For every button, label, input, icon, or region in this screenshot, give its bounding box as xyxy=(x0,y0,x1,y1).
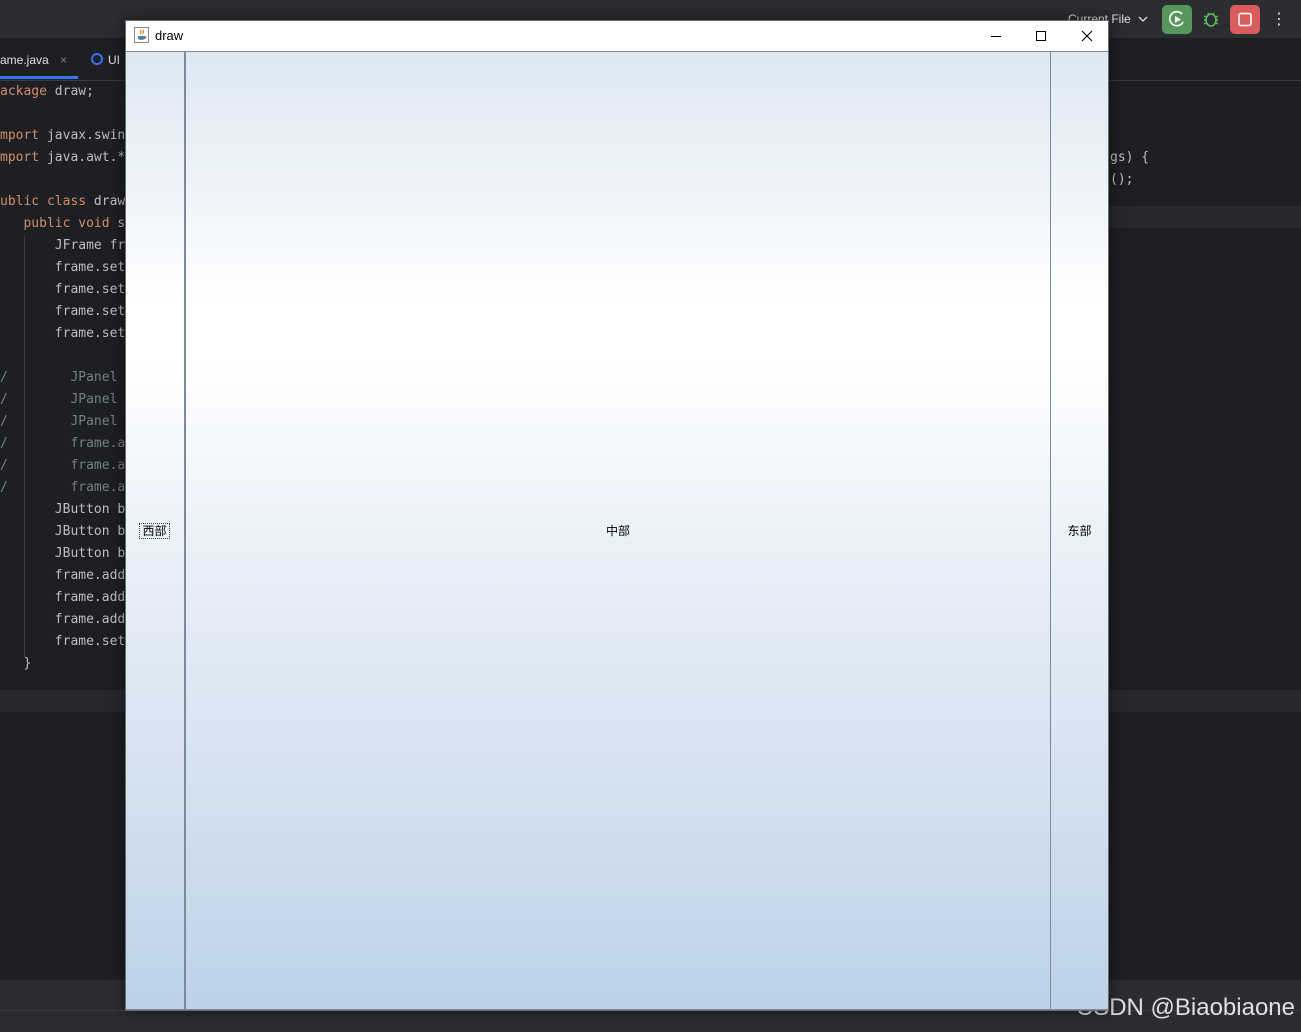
stop-icon xyxy=(1238,12,1252,27)
rerun-button[interactable] xyxy=(1162,5,1192,34)
code-line: JButton b xyxy=(54,524,126,539)
code-line: frame.set xyxy=(54,260,126,275)
line-highlight xyxy=(1109,206,1301,228)
code-line: mport javax.swin xyxy=(0,128,126,143)
code-line: frame.set xyxy=(54,282,126,297)
east-button[interactable]: 东部 xyxy=(1050,51,1108,1010)
code-line: public void s xyxy=(23,216,126,231)
code-line: / frame.a xyxy=(0,458,126,473)
code-line: } xyxy=(23,656,32,671)
close-icon xyxy=(1081,30,1093,42)
close-icon[interactable]: × xyxy=(60,53,67,67)
content-pane: 西部 中部 东部 xyxy=(126,51,1108,1010)
tab-frame-java[interactable]: ame.java × xyxy=(0,38,67,80)
code-line: frame.add xyxy=(54,568,126,583)
code-line: frame.set xyxy=(54,304,126,319)
class-icon xyxy=(91,53,103,65)
maximize-icon xyxy=(1036,31,1046,41)
active-tab-indicator xyxy=(0,76,78,79)
code-line: JFrame fr xyxy=(54,238,126,253)
window-title: draw xyxy=(155,28,184,43)
code-line: mport java.awt.* xyxy=(0,150,126,165)
code-line: / frame.a xyxy=(0,436,126,451)
stop-button[interactable] xyxy=(1230,5,1260,34)
minimize-icon xyxy=(991,36,1001,37)
west-button-label: 西部 xyxy=(139,522,170,539)
tab-label: ame.java xyxy=(0,53,49,67)
rerun-icon xyxy=(1169,10,1184,27)
tab-label: UI xyxy=(108,53,120,67)
center-button[interactable]: 中部 xyxy=(185,51,1051,1010)
more-options-icon[interactable]: ⋮ xyxy=(1270,6,1288,32)
code-line: / frame.a xyxy=(0,480,126,495)
tab-ui[interactable]: UI xyxy=(91,38,120,80)
code-line: frame.add xyxy=(54,612,126,627)
center-button-label: 中部 xyxy=(605,523,630,538)
code-line: JButton b xyxy=(54,546,126,561)
code-line: ublic class draw xyxy=(0,194,126,209)
code-line: / JPanel xyxy=(0,392,118,407)
minimize-button[interactable] xyxy=(973,21,1019,51)
window-titlebar[interactable]: draw xyxy=(126,21,1108,51)
code-line: frame.set xyxy=(54,326,126,341)
chevron-down-icon xyxy=(1138,12,1148,26)
maximize-button[interactable] xyxy=(1018,21,1064,51)
code-line: JButton b xyxy=(54,502,126,517)
jframe-window: draw 西部 中部 东部 xyxy=(125,20,1109,1011)
code-line: frame.set xyxy=(54,634,126,649)
code-line: frame.add xyxy=(54,590,126,605)
west-button[interactable]: 西部 xyxy=(126,51,185,1010)
bug-icon xyxy=(1203,12,1219,27)
debug-button[interactable] xyxy=(1196,5,1226,34)
east-button-label: 东部 xyxy=(1067,523,1092,538)
code-line: / JPanel xyxy=(0,370,118,385)
close-button[interactable] xyxy=(1064,21,1110,51)
code-line-right: (); xyxy=(1110,172,1134,187)
code-line-right: gs) { xyxy=(1110,150,1150,165)
code-line: ackage draw; xyxy=(0,84,94,99)
java-cup-icon xyxy=(134,27,149,43)
code-line: / JPanel xyxy=(0,414,118,429)
